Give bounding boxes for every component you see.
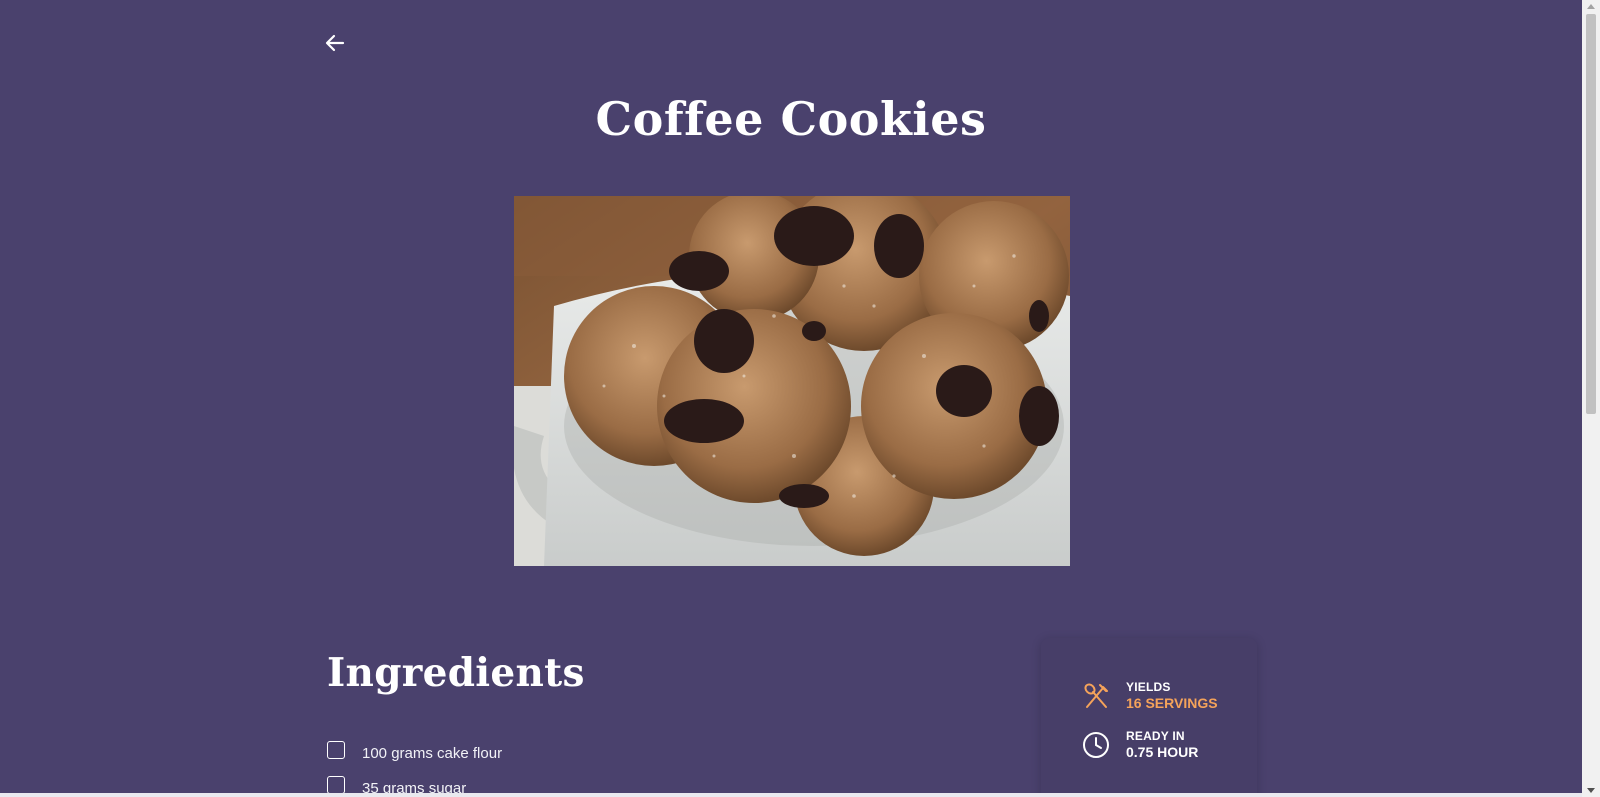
horizontal-scrollbar[interactable] — [0, 793, 1582, 797]
yields-label: YIELDS — [1126, 680, 1171, 694]
yields-text: YIELDS 16 SERVINGS — [1126, 680, 1218, 712]
yields-value: 16 SERVINGS — [1126, 695, 1218, 711]
recipe-image — [514, 196, 1070, 566]
ready-label: READY IN — [1126, 729, 1185, 743]
ingredient-checkbox[interactable] — [327, 775, 345, 794]
scroll-down-icon[interactable] — [1587, 788, 1595, 793]
ready-value: 0.75 HOUR — [1126, 744, 1199, 760]
ingredient-checkbox[interactable] — [327, 740, 345, 759]
yields-row: YIELDS 16 SERVINGS — [1081, 680, 1218, 712]
scroll-up-icon[interactable] — [1587, 4, 1595, 9]
clock-icon — [1083, 732, 1109, 758]
vertical-scrollbar[interactable] — [1582, 0, 1600, 797]
ready-row: READY IN 0.75 HOUR — [1081, 729, 1198, 761]
recipe-info-card: YIELDS 16 SERVINGS READY IN 0.75 HOUR — [1041, 638, 1257, 797]
ingredient-list: 100 grams cake flour 35 grams sugar — [327, 736, 502, 797]
scroll-thumb[interactable] — [1586, 14, 1596, 414]
recipe-page: Coffee Cookies Ingredients 100 grams cak… — [0, 0, 1600, 797]
arrow-left-icon — [325, 34, 345, 52]
fork-spoon-icon — [1084, 683, 1108, 708]
list-item[interactable]: 100 grams cake flour — [327, 736, 502, 771]
ingredients-heading: Ingredients — [327, 650, 585, 696]
ingredient-label: 100 grams cake flour — [362, 745, 503, 762]
page-title: Coffee Cookies — [595, 92, 987, 146]
ready-text: READY IN 0.75 HOUR — [1126, 729, 1198, 761]
back-button[interactable] — [322, 30, 348, 56]
